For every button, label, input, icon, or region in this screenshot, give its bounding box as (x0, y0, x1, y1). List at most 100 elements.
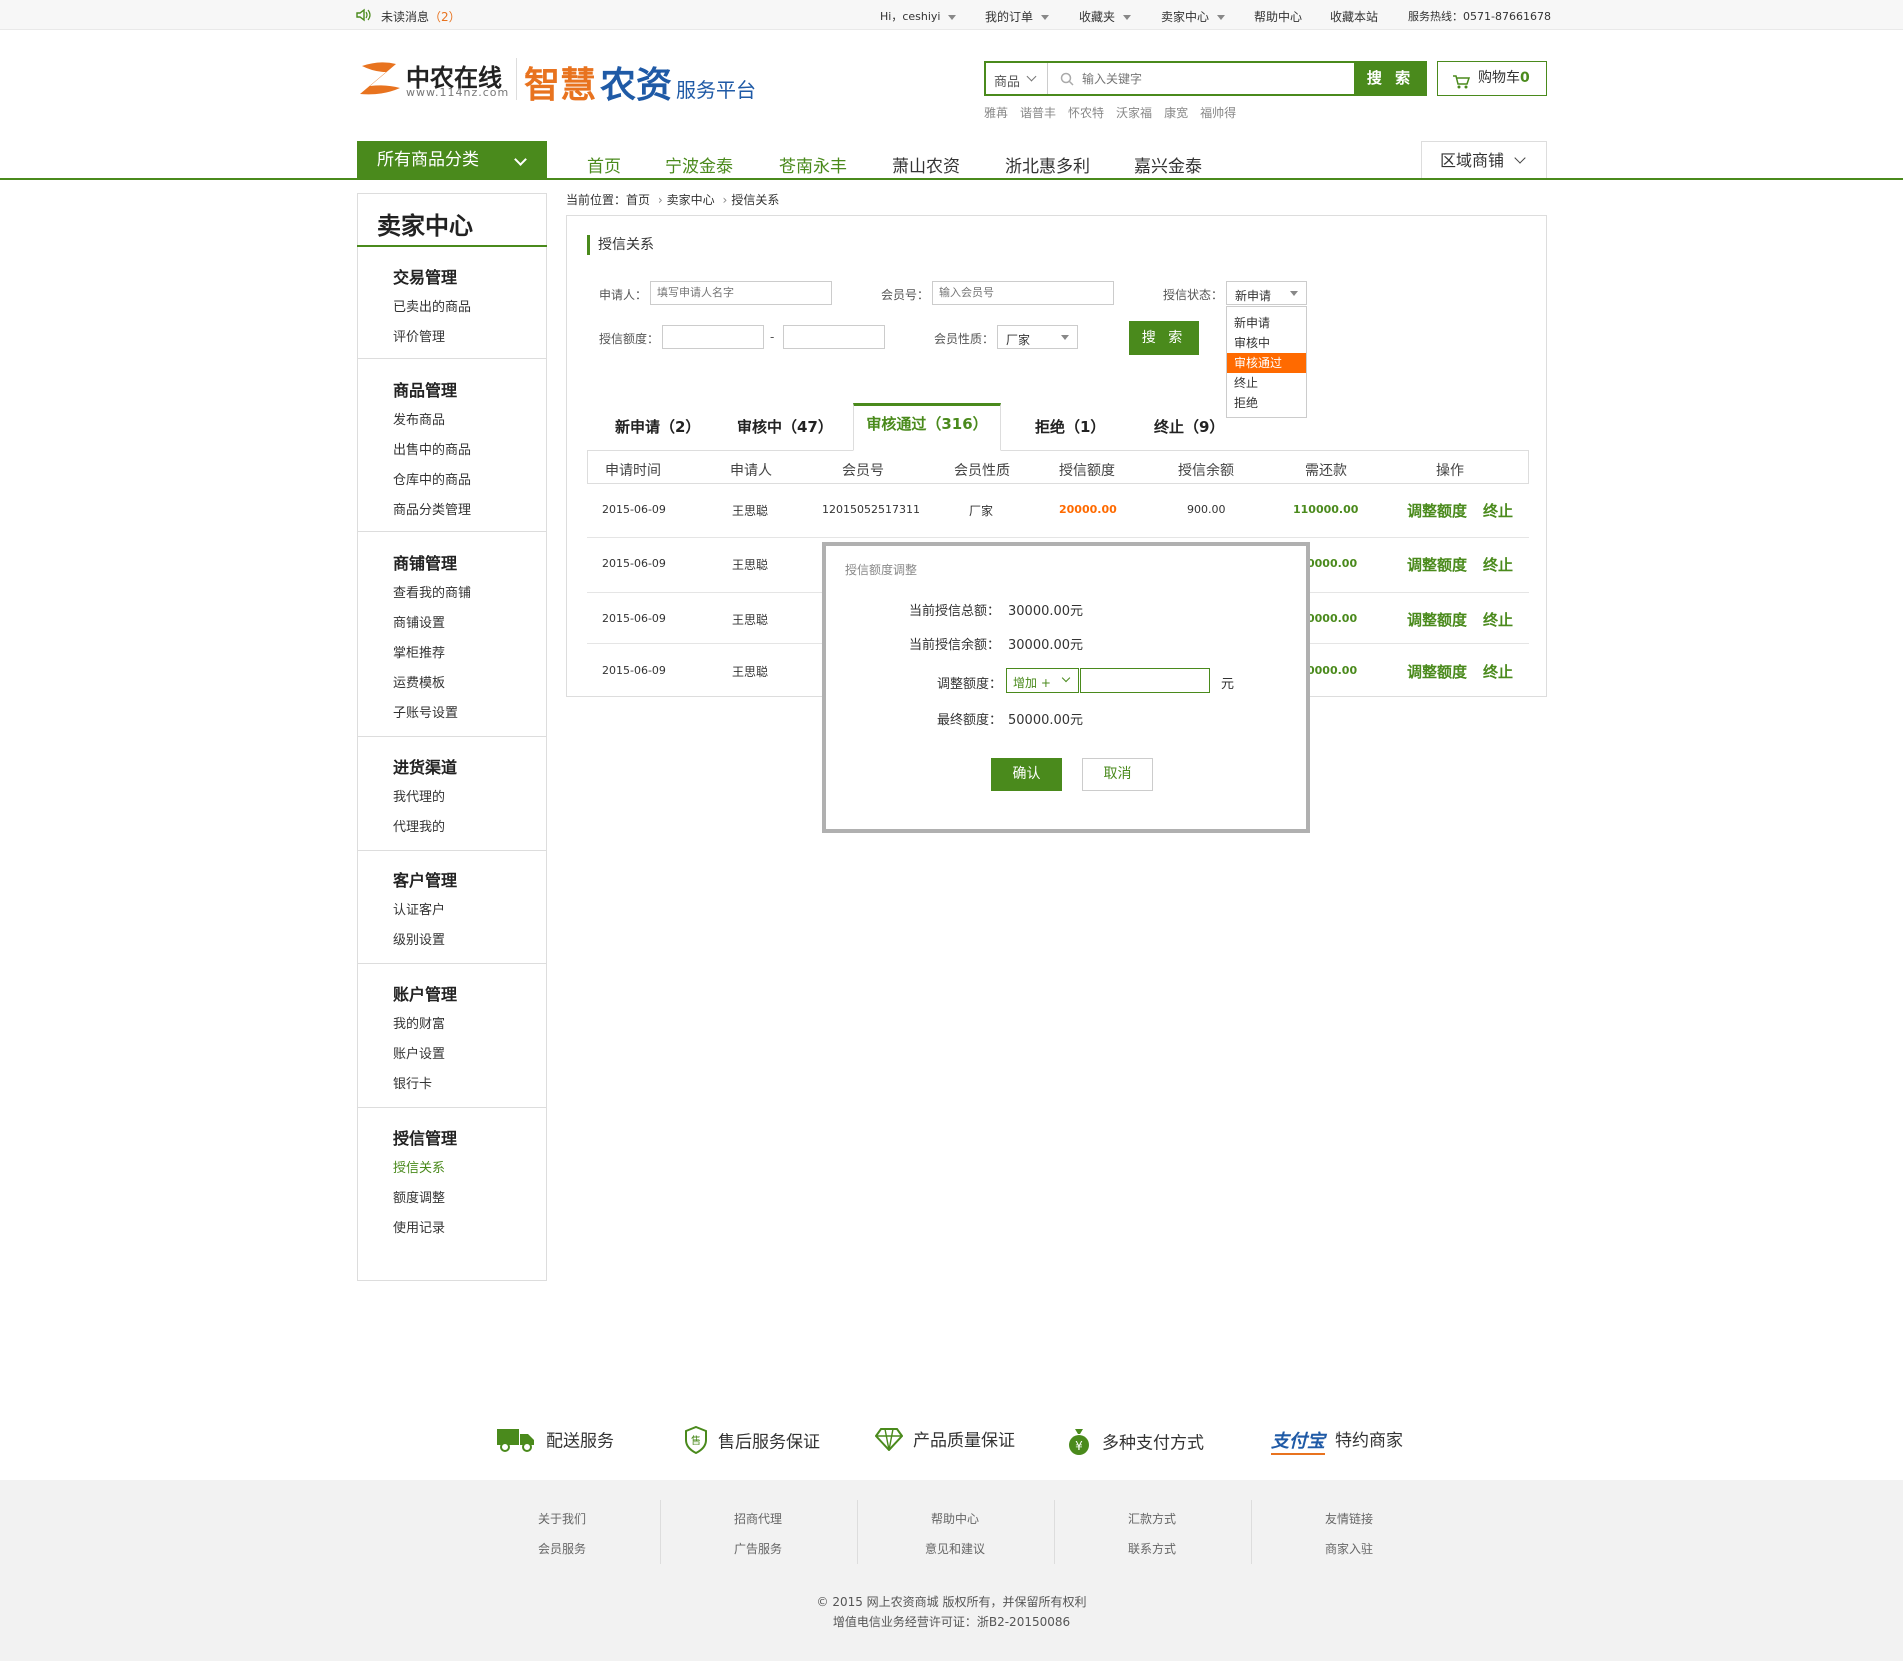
cart-button[interactable]: 购物车0 (1437, 61, 1547, 96)
adjust-limit-link[interactable]: 调整额度 (1407, 554, 1467, 575)
total-credit-label: 当前授信总额： (909, 604, 1001, 619)
adjust-limit-link[interactable]: 调整额度 (1407, 609, 1467, 630)
nav-home[interactable]: 首页 (587, 152, 621, 177)
favorites-menu[interactable]: 收藏夹 (1079, 8, 1132, 25)
cell-repay: 0000.00 (1307, 664, 1358, 677)
member-input[interactable] (932, 281, 1114, 305)
footer-link[interactable]: 关于我们 (502, 1510, 622, 1527)
sidebar-item-verified[interactable]: 认证客户 (393, 899, 445, 918)
hotword[interactable]: 康宽 (1164, 106, 1188, 120)
sidebar-item-on-sale[interactable]: 出售中的商品 (393, 439, 471, 458)
filter-search-button[interactable]: 搜 索 (1129, 321, 1199, 355)
status-option-selected[interactable]: 审核通过 (1227, 353, 1306, 373)
breadcrumb-seller-center[interactable]: 卖家中心 (667, 193, 715, 207)
feature-quality: 产品质量保证 (874, 1426, 1015, 1456)
footer-link[interactable]: 汇款方式 (1092, 1510, 1212, 1527)
user-greeting[interactable]: Hi，ceshiyi (880, 8, 957, 24)
breadcrumb-home[interactable]: 首页 (626, 193, 650, 207)
nav-ningbo-jintai[interactable]: 宁波金泰 (665, 152, 733, 177)
sidebar-item-shipping-template[interactable]: 运费模板 (393, 672, 445, 691)
sidebar-item-shop-settings[interactable]: 商铺设置 (393, 612, 445, 631)
footer-link[interactable]: 广告服务 (698, 1540, 818, 1557)
amount-min-input[interactable] (662, 325, 764, 349)
hotword[interactable]: 雅苒 (984, 106, 1008, 120)
search-category-select[interactable]: 商品 (986, 63, 1048, 94)
cell-date: 2015-06-09 (602, 557, 666, 570)
footer-link[interactable]: 友情链接 (1289, 1510, 1409, 1527)
footer-link[interactable]: 意见和建议 (895, 1540, 1015, 1557)
all-categories-button[interactable]: 所有商品分类 (357, 141, 547, 180)
adjust-mode-select[interactable]: 增加 + (1006, 668, 1079, 693)
search-input[interactable] (1050, 63, 1340, 94)
applicant-input[interactable] (650, 281, 832, 305)
sidebar-item-my-agencies[interactable]: 我代理的 (393, 786, 445, 805)
footer-link[interactable]: 会员服务 (502, 1540, 622, 1557)
footer-link[interactable]: 帮助中心 (895, 1510, 1015, 1527)
status-option[interactable]: 终止 (1227, 373, 1306, 393)
truck-icon (496, 1426, 536, 1457)
sidebar-item-limit-adjust[interactable]: 额度调整 (393, 1187, 445, 1206)
footer-link[interactable]: 商家入驻 (1289, 1540, 1409, 1557)
column-header: 申请人 (730, 463, 772, 479)
unread-messages-link[interactable]: 未读消息（2） (381, 8, 461, 25)
sidebar-item-wealth[interactable]: 我的财富 (393, 1013, 445, 1032)
status-option[interactable]: 拒绝 (1227, 393, 1306, 413)
help-center-link[interactable]: 帮助中心 (1254, 8, 1302, 25)
terminate-link[interactable]: 终止 (1483, 609, 1513, 630)
search-button[interactable]: 搜 索 (1354, 61, 1427, 96)
tab-new-applications[interactable]: 新申请（2） (615, 412, 700, 454)
sidebar-item-reviews[interactable]: 评价管理 (393, 326, 445, 345)
cell-balance: 900.00 (1187, 503, 1226, 516)
status-select[interactable]: 新申请 (1226, 281, 1307, 305)
cancel-button[interactable]: 取消 (1082, 758, 1153, 791)
hotword[interactable]: 怀农特 (1068, 106, 1104, 120)
breadcrumb-current: 授信关系 (731, 193, 780, 207)
member-nature-select[interactable]: 厂家 (997, 325, 1078, 349)
my-orders-menu[interactable]: 我的订单 (985, 8, 1050, 25)
hotword[interactable]: 谐普丰 (1020, 106, 1056, 120)
sidebar-item-account-settings[interactable]: 账户设置 (393, 1043, 445, 1062)
status-option[interactable]: 新申请 (1227, 313, 1306, 333)
applicant-label: 申请人： (599, 288, 648, 302)
sidebar-item-publish[interactable]: 发布商品 (393, 409, 445, 428)
tab-terminated[interactable]: 终止（9） (1154, 412, 1224, 454)
footer-link[interactable]: 联系方式 (1092, 1540, 1212, 1557)
adjust-limit-link[interactable]: 调整额度 (1407, 500, 1467, 521)
tab-under-review[interactable]: 审核中（47） (737, 412, 833, 454)
sidebar-item-usage-records[interactable]: 使用记录 (393, 1217, 445, 1236)
sidebar-item-recommend[interactable]: 掌柜推荐 (393, 642, 445, 661)
nav-cangnan-yongfeng[interactable]: 苍南永丰 (779, 152, 847, 177)
region-shops-button[interactable]: 区域商铺 (1421, 141, 1547, 178)
cart-label: 购物车 (1478, 70, 1520, 86)
sidebar-item-categories[interactable]: 商品分类管理 (393, 499, 471, 518)
amount-max-input[interactable] (783, 325, 885, 349)
bookmark-site-link[interactable]: 收藏本站 (1330, 8, 1378, 25)
status-option[interactable]: 审核中 (1227, 333, 1306, 353)
sidebar-item-my-agents[interactable]: 代理我的 (393, 816, 445, 835)
nav-xiaoshan-nongzi[interactable]: 萧山农资 (892, 152, 960, 177)
tab-approved[interactable]: 审核通过（316） (853, 403, 1001, 451)
adjust-limit-link[interactable]: 调整额度 (1407, 661, 1467, 682)
hotword[interactable]: 福帅得 (1200, 106, 1236, 120)
sidebar-item-levels[interactable]: 级别设置 (393, 929, 445, 948)
sidebar-item-sub-accounts[interactable]: 子账号设置 (393, 702, 458, 721)
sidebar-item-credit-relations[interactable]: 授信关系 (393, 1157, 445, 1176)
nav-zhebei-huiduoli[interactable]: 浙北惠多利 (1005, 152, 1090, 177)
terminate-link[interactable]: 终止 (1483, 661, 1513, 682)
tab-rejected[interactable]: 拒绝（1） (1035, 412, 1105, 454)
sidebar-item-view-shop[interactable]: 查看我的商铺 (393, 582, 471, 601)
footer-link[interactable]: 招商代理 (698, 1510, 818, 1527)
nav-jiaxing-jintai[interactable]: 嘉兴金泰 (1134, 152, 1202, 177)
terminate-link[interactable]: 终止 (1483, 500, 1513, 521)
adjust-amount-input[interactable] (1080, 668, 1210, 693)
confirm-button[interactable]: 确认 (991, 758, 1062, 791)
sidebar-item-warehouse[interactable]: 仓库中的商品 (393, 469, 471, 488)
member-label: 会员号： (881, 288, 930, 302)
feature-label: 多种支付方式 (1102, 1433, 1204, 1454)
row-divider (587, 537, 1529, 538)
terminate-link[interactable]: 终止 (1483, 554, 1513, 575)
hotword[interactable]: 沃家福 (1116, 106, 1152, 120)
sidebar-item-sold-goods[interactable]: 已卖出的商品 (393, 296, 471, 315)
sidebar-item-bank-cards[interactable]: 银行卡 (393, 1073, 432, 1092)
seller-center-menu[interactable]: 卖家中心 (1161, 8, 1226, 25)
